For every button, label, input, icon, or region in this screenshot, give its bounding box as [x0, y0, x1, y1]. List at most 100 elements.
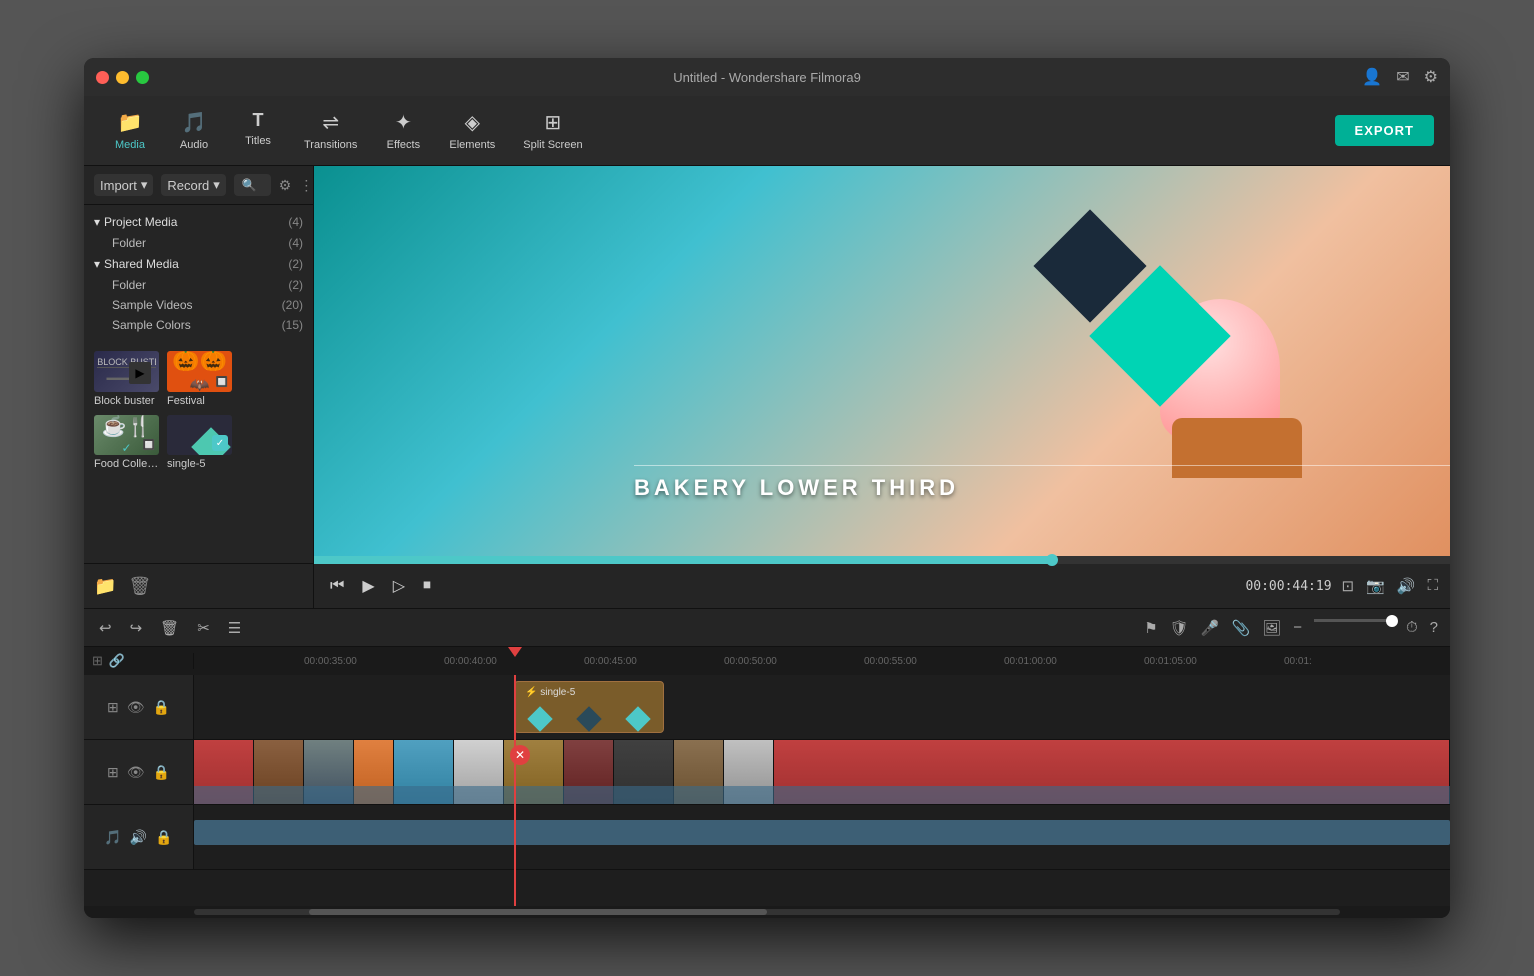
sidebar-group-shared-media[interactable]: ▾ Shared Media (2) Folder (2) Sample Vid… [84, 253, 313, 335]
toolbar: 📁 Media 🎵 Audio T Titles ⇌ Transitions ✦… [84, 96, 1450, 166]
shield-icon[interactable]: 🛡 [1170, 619, 1189, 637]
music-icon[interactable]: 🎵 [104, 829, 121, 846]
titles-icon: T [253, 110, 264, 131]
sidebar-group-project-media[interactable]: ▾ Project Media (4) Folder (4) [84, 211, 313, 253]
grid3-icon[interactable]: ⊞ [107, 764, 119, 781]
import-label: Import [100, 178, 137, 193]
toolbar-item-elements[interactable]: ◈ Elements [437, 104, 507, 157]
scrollbar-track[interactable] [194, 909, 1340, 915]
image-icon[interactable]: 🖼 [1262, 619, 1281, 637]
project-media-count: (4) [288, 215, 303, 229]
title-bar-right: 👤 ✉ ⚙ [1362, 67, 1438, 87]
overlay-clip-label: ⚡ single-5 [519, 685, 581, 700]
help-icon[interactable]: ? [1430, 619, 1438, 637]
volume-icon[interactable]: 🔊 [1397, 577, 1416, 595]
mic-icon[interactable]: 🎤 [1201, 619, 1220, 637]
track-resize-icon[interactable]: ⊞ [92, 653, 103, 669]
flag-icon[interactable]: ⚑ [1144, 619, 1157, 637]
toolbar-item-transitions[interactable]: ⇌ Transitions [292, 104, 369, 157]
sidebar-item-sample-colors[interactable]: Sample Colors (15) [84, 315, 313, 335]
play-button[interactable]: ▶ [358, 572, 378, 600]
settings-icon[interactable]: ⚙ [1424, 67, 1438, 87]
toolbar-item-audio[interactable]: 🎵 Audio [164, 104, 224, 157]
cut-button[interactable]: ✂ [194, 616, 213, 640]
lock-icon[interactable]: 🔒 [153, 699, 170, 716]
zoom-slider[interactable] [1314, 619, 1394, 622]
sample-colors-label: Sample Colors [112, 318, 191, 332]
record-label: Record [167, 178, 209, 193]
media-item-festival[interactable]: 🎃🎃 🦇 🔲 Festival [167, 351, 232, 407]
media-grid: BLOCK BUSTER ▬▬▬▬▬ ▶ Block buster [94, 351, 303, 470]
user-icon[interactable]: 👤 [1362, 67, 1382, 87]
delete-button[interactable]: 🗑 [157, 616, 182, 640]
export-button[interactable]: EXPORT [1335, 115, 1434, 146]
stop-button[interactable]: ⏹ [419, 573, 435, 599]
progress-bar[interactable] [314, 556, 1450, 564]
new-folder-icon[interactable]: 📁 [94, 576, 116, 597]
media-item-food[interactable]: ☕🍴 ✓ 🔲 Food Collection-2 [94, 415, 159, 471]
media-label: Media [115, 139, 145, 151]
transitions-icon: ⇌ [322, 110, 339, 135]
preview-video: BAKERY LOWER THIRD [314, 166, 1450, 556]
audio-track [194, 805, 1450, 869]
skip-back-button[interactable]: ⏮ [326, 573, 348, 599]
redo-button[interactable]: ↪ [127, 616, 146, 640]
mail-icon[interactable]: ✉ [1396, 67, 1409, 87]
fullscreen-icon[interactable]: ⛶ [1427, 577, 1438, 595]
lock-icon-3[interactable]: 🔒 [155, 829, 172, 846]
progress-thumb [1046, 554, 1058, 566]
blockbuster-label: Block buster [94, 395, 159, 407]
undo-button[interactable]: ↩ [96, 616, 115, 640]
clip-diamond-teal [527, 706, 552, 731]
record-chevron-icon: ▾ [213, 177, 220, 193]
toolbar-item-media[interactable]: 📁 Media [100, 104, 160, 157]
shared-folder-label: Folder [112, 278, 146, 292]
video-track-controls: ⊞ 👁 🔒 [84, 740, 194, 804]
eye-icon-2[interactable]: 👁 [127, 764, 145, 781]
toolbar-item-effects[interactable]: ✦ Effects [373, 104, 433, 157]
play-forward-button[interactable]: ▷ [389, 572, 409, 600]
clip-diamond-dark [576, 706, 601, 731]
sidebar-item-project-folder[interactable]: Folder (4) [84, 233, 313, 253]
zoom-in-icon[interactable]: ⏱ [1406, 619, 1418, 637]
progress-fill [314, 556, 1052, 564]
media-item-single5[interactable]: ✓ single-5 [167, 415, 232, 471]
maximize-button[interactable] [136, 71, 149, 84]
import-button[interactable]: Import ▾ [94, 174, 153, 196]
volume-icon-2[interactable]: 🔊 [130, 829, 147, 846]
toolbar-item-titles[interactable]: T Titles [228, 104, 288, 157]
sidebar-group-shared-header: ▾ Shared Media (2) [84, 253, 313, 275]
preview-area: BAKERY LOWER THIRD ⏮ ▶ ▷ ⏹ 00:00:44:19 ⊡… [314, 166, 1450, 608]
audio-waveform-underlay [194, 786, 1450, 804]
sidebar-tree: ▾ Project Media (4) Folder (4) ▾ Shared … [84, 205, 313, 341]
link-icon[interactable]: 🔗 [109, 653, 125, 669]
timeline-row-overlay: ⊞ 👁 🔒 ⚡ single-5 [84, 675, 1450, 740]
app-window: Untitled - Wondershare Filmora9 👤 ✉ ⚙ 📁 … [84, 58, 1450, 918]
toolbar-item-splitscreen[interactable]: ⊞ Split Screen [511, 104, 594, 157]
pip-icon[interactable]: ⊡ [1342, 577, 1355, 595]
list-button[interactable]: ☰ [225, 616, 244, 640]
timeline-content: ⊞ 👁 🔒 ⚡ single-5 [84, 675, 1450, 906]
preview-scene: BAKERY LOWER THIRD [314, 166, 1450, 556]
record-button[interactable]: Record ▾ [161, 174, 225, 196]
minimize-button[interactable] [116, 71, 129, 84]
close-button[interactable] [96, 71, 109, 84]
clip-icon[interactable]: 📎 [1231, 619, 1250, 637]
overlay-clip-single5[interactable]: ⚡ single-5 [514, 681, 664, 733]
zoom-out-icon[interactable]: − [1293, 619, 1302, 637]
snapshot-icon[interactable]: 📷 [1366, 577, 1385, 595]
delete-folder-icon[interactable]: 🗑 [128, 576, 151, 597]
grid2-icon[interactable]: ⊞ [107, 699, 119, 716]
sidebar-item-shared-folder[interactable]: Folder (2) [84, 275, 313, 295]
title-bar: Untitled - Wondershare Filmora9 👤 ✉ ⚙ [84, 58, 1450, 96]
elements-icon: ◈ [465, 110, 480, 135]
eye-icon[interactable]: 👁 [127, 699, 145, 716]
timeline-row-video: ⊞ 👁 🔒 [84, 740, 1450, 805]
media-item-blockbuster[interactable]: BLOCK BUSTER ▬▬▬▬▬ ▶ Block buster [94, 351, 159, 407]
sidebar-item-sample-videos[interactable]: Sample Videos (20) [84, 295, 313, 315]
scrollbar-thumb[interactable] [309, 909, 767, 915]
lock-icon-2[interactable]: 🔒 [153, 764, 170, 781]
filter-icon[interactable]: ⚙ [279, 177, 292, 194]
timeline-scrollbar[interactable] [84, 906, 1450, 918]
main-area: Import ▾ Record ▾ 🔍 ⚙ ⋮⋮ ▾ [84, 166, 1450, 608]
